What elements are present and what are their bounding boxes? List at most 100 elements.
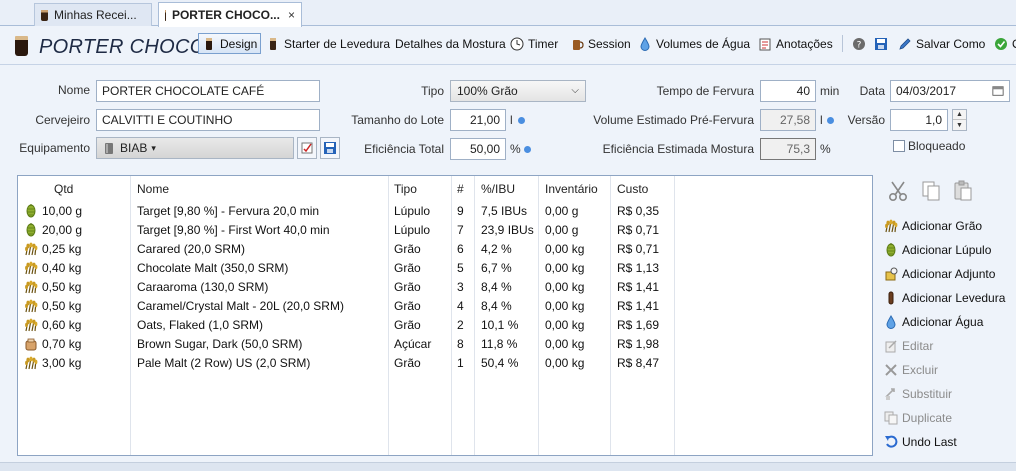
- timer-button[interactable]: Timer: [506, 33, 562, 54]
- table-row[interactable]: 0,40 kg Chocolate Malt (350,0 SRM) Grão 5 6,…: [18, 259, 872, 278]
- beer-glass-icon: [206, 37, 212, 50]
- eficiencia-estimada-mostura-value: 75,3: [760, 138, 816, 160]
- excluir-button[interactable]: Excluir: [884, 360, 938, 380]
- bloqueado-checkbox[interactable]: [893, 140, 905, 152]
- anotacoes-button[interactable]: Anotações: [754, 33, 837, 54]
- table-row[interactable]: 0,50 kg Caramel/Crystal Malt - 20L (20,0 …: [18, 297, 872, 316]
- volumes-de-agua-button[interactable]: Volumes de Água: [634, 33, 754, 54]
- tipo-label: Tipo: [421, 84, 444, 98]
- header-inventario[interactable]: Inventário: [545, 182, 598, 196]
- eficiencia-total-input[interactable]: 50,00: [450, 138, 506, 160]
- starter-de-levedura-button[interactable]: Starter de Levedura: [262, 33, 394, 54]
- header-nome[interactable]: Nome: [137, 182, 169, 196]
- cell-tipo: Lúpulo: [394, 204, 431, 218]
- grain-icon: [24, 280, 38, 294]
- nome-input[interactable]: PORTER CHOCOLATE CAFÉ: [96, 80, 320, 102]
- cell-number: 2: [457, 318, 464, 332]
- info-dot-icon[interactable]: [827, 117, 834, 124]
- tab-label: Minhas Recei...: [54, 8, 137, 22]
- session-button[interactable]: Session: [566, 33, 635, 54]
- cut-icon[interactable]: [888, 180, 910, 202]
- beer-glass-icon: [15, 36, 28, 56]
- cell-inventario: 0,00 g: [545, 204, 579, 218]
- versao-spinner[interactable]: ▲ ▼: [952, 109, 967, 131]
- spin-up-icon[interactable]: ▲: [953, 110, 966, 120]
- nome-label: Nome: [57, 83, 90, 97]
- document-tab-strip: Minhas Recei... PORTER CHOCO... ×: [0, 0, 1016, 27]
- tipo-select[interactable]: 100% Grão ⌵: [450, 80, 586, 102]
- table-row[interactable]: 0,50 kg Caraaroma (130,0 SRM) Grão 3 8,4 % 0,…: [18, 278, 872, 297]
- header-custo[interactable]: Custo: [617, 182, 648, 196]
- duplicate-button[interactable]: Duplicate: [884, 408, 952, 428]
- header-tipo[interactable]: Tipo: [394, 182, 417, 196]
- cell-inventario: 0,00 kg: [545, 356, 585, 370]
- tamanho-do-lote-input[interactable]: 21,00: [450, 109, 506, 131]
- volumes-label: Volumes de Água: [656, 36, 751, 51]
- table-row[interactable]: 20,00 g Target [9,80 %] - First Wort 40,0…: [18, 221, 872, 240]
- design-button[interactable]: Design: [198, 33, 262, 54]
- undo-last-button[interactable]: Undo Last: [884, 432, 957, 452]
- clock-icon: [510, 37, 524, 50]
- tempo-de-fervura-input[interactable]: 40: [760, 80, 816, 102]
- table-row[interactable]: 0,70 kg Brown Sugar, Dark (50,0 SRM) Açúca…: [18, 335, 872, 354]
- editar-button[interactable]: Editar: [884, 336, 933, 356]
- notepad-icon: [759, 38, 771, 50]
- table-row[interactable]: 3,00 kg Pale Malt (2 Row) US (2,0 SRM) Grã…: [18, 354, 872, 373]
- recipe-toolbar: PORTER CHOCO Design Starter de Levedura …: [0, 27, 1016, 65]
- help-button[interactable]: ?: [848, 33, 870, 54]
- close-tab-icon[interactable]: ×: [288, 8, 295, 22]
- cell-tipo: Grão: [394, 356, 421, 370]
- grain-icon: [24, 318, 38, 332]
- adicionar-agua-button[interactable]: Adicionar Água: [884, 312, 983, 332]
- cell-nome: Target [9,80 %] - Fervura 20,0 min: [137, 204, 320, 218]
- equipamento-label: Equipamento: [19, 141, 90, 155]
- versao-input[interactable]: 1,0: [890, 109, 948, 131]
- equipamento-dropdown[interactable]: BIAB ▾: [96, 137, 294, 159]
- table-row[interactable]: 10,00 g Target [9,80 %] - Fervura 20,0 mi…: [18, 202, 872, 221]
- adicionar-lupulo-button[interactable]: Adicionar Lúpulo: [884, 240, 991, 260]
- cell-custo: R$ 0,71: [617, 223, 660, 237]
- table-row[interactable]: 0,25 kg Carared (20,0 SRM) Grão 6 4,2 % 0,00 …: [18, 240, 872, 259]
- tipo-value: 100% Grão: [457, 84, 518, 98]
- ok-button[interactable]: O: [990, 33, 1016, 54]
- tempo-unit: min: [820, 84, 840, 98]
- cell-custo: R$ 1,13: [617, 261, 660, 275]
- tab-minhas-receitas[interactable]: Minhas Recei...: [34, 3, 152, 26]
- header-qtd[interactable]: Qtd: [54, 182, 73, 196]
- salvar-como-button[interactable]: Salvar Como: [894, 33, 989, 54]
- adicionar-grao-button[interactable]: Adicionar Grão: [884, 216, 982, 236]
- header-number[interactable]: #: [457, 182, 464, 196]
- bloqueado-label: Bloqueado: [908, 139, 966, 153]
- cell-pct-ibu: 7,5 IBUs: [481, 204, 528, 218]
- edit-equipment-button[interactable]: [297, 137, 317, 159]
- cell-pct-ibu: 50,4 %: [481, 356, 519, 370]
- detalhes-da-mostura-button[interactable]: Detalhes da Mostura: [391, 33, 510, 54]
- tab-label: PORTER CHOCO...: [171, 8, 280, 22]
- substituir-button[interactable]: Substituir: [884, 384, 952, 404]
- beer-glass-icon: [165, 9, 166, 21]
- cell-pct-ibu: 10,1 %: [481, 318, 519, 332]
- save-button[interactable]: [870, 33, 892, 54]
- eficiencia-estimada-mostura-label: Eficiência Estimada Mostura: [602, 142, 754, 156]
- spin-down-icon[interactable]: ▼: [953, 120, 966, 130]
- adicionar-adjunto-button[interactable]: Adicionar Adjunto: [884, 264, 995, 284]
- cell-tipo: Açúcar: [394, 337, 432, 351]
- table-row[interactable]: 0,60 kg Oats, Flaked (1,0 SRM) Grão 2 10,1 %…: [18, 316, 872, 335]
- header-pct-ibu[interactable]: %/IBU: [481, 182, 515, 196]
- yeast-vial-icon: [888, 291, 894, 305]
- tab-porter-choco[interactable]: PORTER CHOCO... ×: [158, 2, 302, 27]
- cell-custo: R$ 0,35: [617, 204, 660, 218]
- data-date-picker[interactable]: 04/03/2017: [890, 80, 1010, 102]
- cell-tipo: Grão: [394, 299, 421, 313]
- beer-glass-icon: [41, 9, 48, 21]
- paste-icon[interactable]: [952, 180, 974, 202]
- adicionar-levedura-button[interactable]: Adicionar Levedura: [884, 288, 1005, 308]
- copy-icon[interactable]: [920, 180, 942, 202]
- info-dot-icon[interactable]: [518, 117, 525, 124]
- info-dot-icon[interactable]: [524, 146, 531, 153]
- grain-icon: [884, 219, 898, 233]
- cell-qtd: 20,00 g: [42, 223, 83, 237]
- timer-label: Timer: [528, 36, 559, 51]
- cervejeiro-input[interactable]: CALVITTI E COUTINHO: [96, 109, 320, 131]
- ok-label: O: [1012, 37, 1016, 51]
